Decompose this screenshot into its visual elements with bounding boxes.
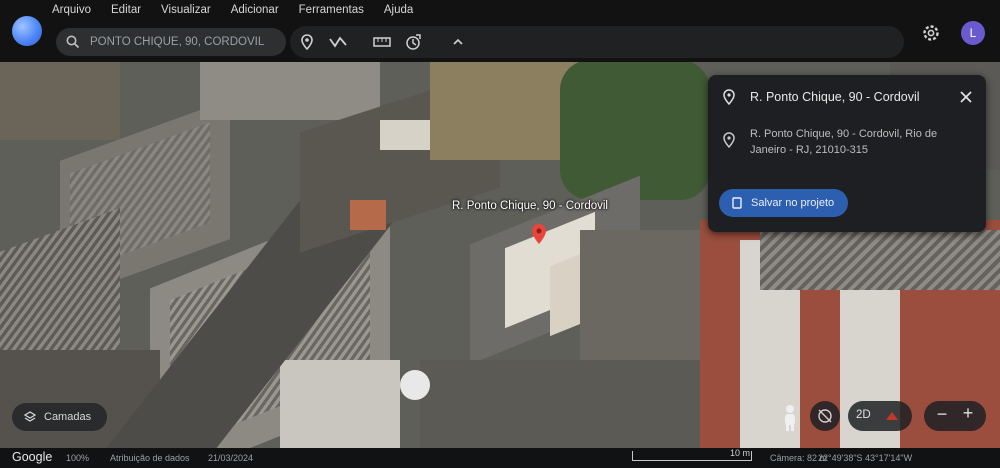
google-logo: Google	[12, 450, 53, 464]
zoom-out-button[interactable]: −	[932, 404, 952, 428]
google-earth-app: R. Ponto Chique, 90 - Cordovil Arquivo E…	[0, 0, 1000, 468]
menu-ferramentas[interactable]: Ferramentas	[299, 4, 364, 16]
view-mode-toggle[interactable]: 2D	[848, 401, 912, 431]
address-pin-icon	[723, 132, 735, 148]
save-to-project-button[interactable]: Salvar no projeto	[719, 189, 848, 217]
data-attribution-link[interactable]: Atribuição de dados	[110, 453, 190, 463]
compass-icon	[818, 409, 832, 423]
place-map-label[interactable]: R. Ponto Chique, 90 - Cordovil	[452, 200, 608, 212]
collapse-toolbar-button[interactable]	[448, 32, 468, 52]
zoom-controls: − +	[924, 401, 986, 431]
chevron-up-icon	[453, 38, 463, 45]
account-avatar[interactable]: L	[961, 21, 985, 45]
location-pin-icon[interactable]	[532, 224, 546, 244]
menu-arquivo[interactable]: Arquivo	[52, 4, 91, 16]
compass-button[interactable]	[810, 401, 840, 431]
tilt-icon	[886, 412, 898, 420]
imagery-date: 21/03/2024	[208, 453, 254, 463]
toolbar	[0, 24, 905, 60]
menu-ajuda[interactable]: Ajuda	[384, 4, 413, 16]
layers-label: Camadas	[44, 411, 92, 423]
add-placemark-button[interactable]	[297, 32, 317, 52]
scale-label: 10 m	[730, 448, 751, 458]
path-icon	[329, 36, 347, 48]
menu-adicionar[interactable]: Adicionar	[231, 4, 279, 16]
layers-icon	[24, 411, 36, 422]
ruler-icon	[373, 37, 391, 47]
place-address: R. Ponto Chique, 90 - Cordovil, Rio de J…	[750, 128, 938, 156]
street-view-pegman-icon[interactable]	[778, 404, 802, 432]
measure-button[interactable]	[372, 32, 392, 52]
zoom-percentage: 100%	[66, 453, 90, 463]
menu-editar[interactable]: Editar	[111, 4, 141, 16]
mode-2d-label: 2D	[856, 409, 871, 421]
location-pin-icon	[723, 89, 735, 105]
place-info-panel: R. Ponto Chique, 90 - Cordovil R. Ponto …	[708, 75, 986, 232]
status-footer: Google 100% Atribuição de dados 21/03/20…	[0, 448, 1000, 468]
close-icon[interactable]	[958, 89, 974, 105]
save-button-label: Salvar no projeto	[751, 197, 835, 209]
bookmark-icon	[732, 197, 742, 209]
place-title: R. Ponto Chique, 90 - Cordovil	[750, 90, 920, 104]
zoom-in-button[interactable]: +	[958, 403, 978, 427]
top-bar: Arquivo Editar Visualizar Adicionar Ferr…	[0, 0, 1000, 62]
menu-visualizar[interactable]: Visualizar	[161, 4, 211, 16]
placemark-icon	[301, 34, 313, 51]
timelapse-button[interactable]	[403, 32, 423, 52]
coordinates-readout: 22°49'38"S 43°17'14"W	[818, 453, 913, 463]
settings-gear-icon[interactable]	[920, 22, 942, 44]
draw-path-button[interactable]	[328, 32, 348, 52]
layers-button[interactable]: Camadas	[12, 403, 107, 431]
menu-bar: Arquivo Editar Visualizar Adicionar Ferr…	[52, 4, 433, 16]
timelapse-icon	[406, 34, 421, 50]
